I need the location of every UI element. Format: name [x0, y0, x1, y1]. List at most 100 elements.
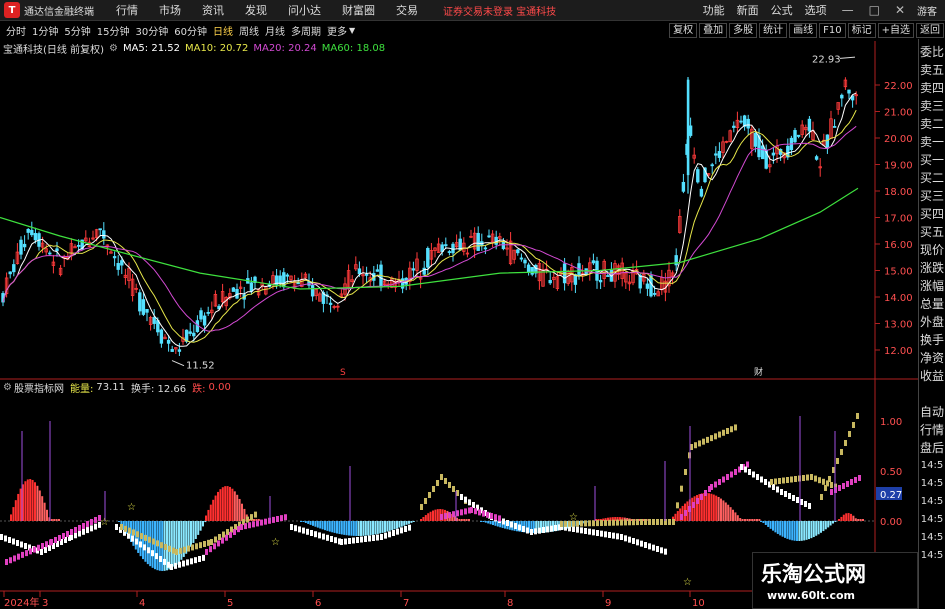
overlay-button[interactable]: 叠加 [699, 23, 728, 38]
energy-bar [367, 521, 370, 536]
mark-button[interactable]: 标记 [847, 23, 876, 38]
band-white [348, 538, 351, 544]
menu-item-news[interactable]: 资讯 [202, 2, 224, 18]
kline-chart[interactable]: 22.00 21.00 20.00 19.00 18.00 17.00 16.00 15.00… [0, 41, 918, 609]
band-gold [810, 474, 813, 480]
energy-bar [693, 496, 696, 521]
period-tab-60min[interactable]: 60分钟 [174, 23, 207, 38]
energy-bar [764, 521, 767, 525]
energy-bar [798, 521, 801, 541]
settings-icon[interactable]: ⚙ [109, 43, 118, 54]
band-pink [33, 546, 36, 553]
time-axis-label: 4 [139, 598, 145, 609]
candle-body [249, 282, 254, 292]
band-pink [842, 483, 845, 489]
period-tab-monthly[interactable]: 月线 [265, 23, 285, 38]
period-tab-intraday[interactable]: 分时 [6, 23, 26, 38]
band-gold [604, 519, 607, 526]
chevron-down-icon[interactable]: ▼ [349, 26, 355, 35]
restore-rights-button[interactable]: 复权 [669, 23, 698, 38]
band-pink [448, 512, 451, 519]
band-white [90, 525, 93, 532]
band-gold [124, 525, 127, 532]
side-panel-row: 现价 [919, 243, 944, 257]
candle-body [364, 274, 369, 276]
band-pink [700, 494, 703, 500]
band-pink [66, 531, 69, 537]
ma20-value: MA20: 20.24 [253, 42, 317, 54]
multi-stock-button[interactable]: 多股 [729, 23, 758, 38]
period-tab-daily[interactable]: 日线 [213, 23, 233, 38]
band-white [74, 532, 77, 539]
band-gold [830, 482, 833, 488]
energy-bar [774, 521, 777, 533]
candle-body [26, 229, 30, 233]
band-white [502, 518, 505, 525]
period-tab-weekly[interactable]: 周线 [239, 23, 259, 38]
band-gold [179, 547, 182, 554]
menu-item-options[interactable]: 选项 [805, 2, 827, 18]
menu-item-new-page[interactable]: 新面 [737, 2, 759, 18]
energy-bar [767, 521, 770, 527]
side-panel-row[interactable]: 行情 [919, 421, 945, 439]
menu-item-function[interactable]: 功能 [703, 2, 725, 18]
menu-item-wealth[interactable]: 财富圈 [342, 2, 375, 18]
login-notice[interactable]: 证券交易未登录 宝通科技 [443, 3, 556, 18]
back-button[interactable]: 返回 [916, 23, 944, 38]
app-title: 通达信金融终端 [24, 6, 94, 18]
band-gold [632, 519, 635, 526]
energy-bar [241, 503, 243, 521]
side-panel-row[interactable]: 自动 [919, 403, 945, 421]
band-white [526, 527, 529, 534]
f10-button[interactable]: F10 [819, 23, 846, 38]
price-axis-label: 13.00 [884, 320, 913, 331]
energy-bar [829, 521, 832, 526]
band-gold [128, 527, 131, 534]
period-tab-multi[interactable]: 多周期 [291, 23, 321, 38]
band-white [538, 527, 541, 534]
menu-item-trade[interactable]: 交易 [396, 2, 418, 18]
energy-bar [154, 521, 156, 570]
energy-bar [815, 521, 818, 536]
menu-item-market[interactable]: 市场 [159, 2, 181, 18]
maximize-icon[interactable]: □ [869, 3, 880, 17]
indicator-name[interactable]: 股票指标网 [14, 380, 64, 395]
menu-item-quotes[interactable]: 行情 [116, 2, 138, 18]
band-gold [168, 545, 171, 552]
draw-line-button[interactable]: 画线 [789, 23, 818, 38]
add-watchlist-button[interactable]: +自选 [877, 23, 914, 38]
band-white [86, 527, 89, 534]
statistics-button[interactable]: 统计 [759, 23, 788, 38]
band-pink [90, 519, 93, 525]
close-icon[interactable]: ✕ [895, 3, 905, 17]
energy-bar [400, 521, 403, 527]
candle-body [8, 271, 12, 275]
side-panel-row[interactable]: 盘后 [919, 439, 945, 457]
energy-bar [494, 521, 497, 526]
band-pink [680, 514, 683, 520]
energy-bar [487, 521, 490, 524]
candle-body [832, 126, 837, 128]
band-gold [820, 494, 823, 500]
indicator-info-bar: ⚙ 股票指标网 能量: 73.11 换手: 12.66 跌: 0.00 [0, 380, 231, 395]
energy-bar [403, 521, 406, 526]
band-pink [213, 543, 216, 550]
energy-bar [850, 513, 852, 521]
menu-item-ask[interactable]: 问小达 [288, 2, 321, 18]
candle-body [746, 118, 750, 129]
menu-item-formula[interactable]: 公式 [771, 2, 793, 18]
period-tab-1min[interactable]: 1分钟 [32, 23, 58, 38]
guest-label[interactable]: 游客 [917, 3, 937, 18]
band-white [514, 523, 517, 529]
period-tab-5min[interactable]: 5分钟 [64, 23, 90, 38]
period-tab-more[interactable]: 更多 [327, 23, 347, 38]
settings-icon[interactable]: ⚙ [3, 382, 12, 393]
period-tab-30min[interactable]: 30分钟 [135, 23, 168, 38]
menu-item-discover[interactable]: 发现 [245, 2, 267, 18]
band-pink [54, 537, 57, 543]
time-axis-label: 3 [42, 598, 48, 609]
energy-bar [396, 521, 398, 529]
low-price-pointer [171, 360, 185, 367]
minimize-icon[interactable]: — [842, 3, 854, 17]
period-tab-15min[interactable]: 15分钟 [97, 23, 130, 38]
